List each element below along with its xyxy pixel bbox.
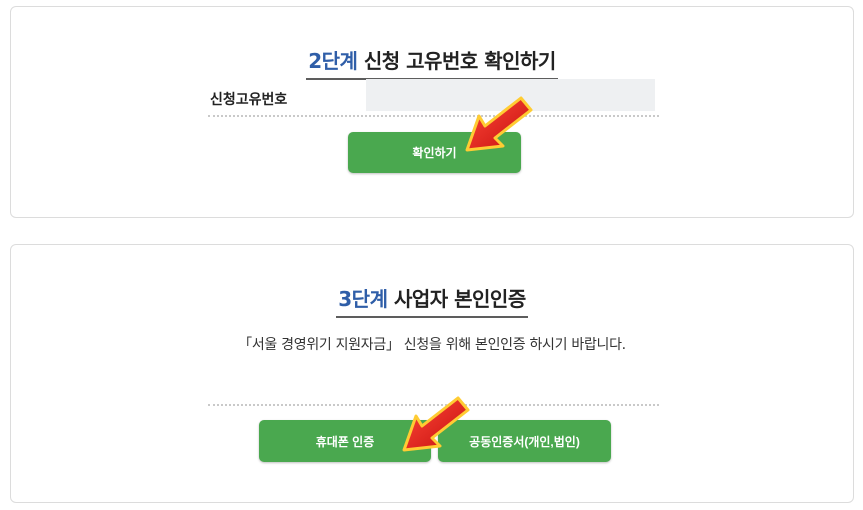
step3-step-label: 3단계	[338, 287, 388, 311]
phone-verification-button[interactable]: 휴대폰 인증	[259, 420, 431, 462]
step3-title-text: 사업자 본인인증	[393, 287, 526, 311]
step2-title-text: 신청 고유번호 확인하기	[363, 49, 556, 73]
step2-card: 2단계 신청 고유번호 확인하기 신청고유번호 확인하기	[10, 6, 854, 218]
step3-description: 「서울 경영위기 지원자금」 신청을 위해 본인인증 하시기 바랍니다.	[238, 337, 626, 353]
application-number-label: 신청고유번호	[210, 92, 288, 108]
application-number-input[interactable]	[366, 79, 655, 111]
step3-card: 3단계 사업자 본인인증 「서울 경영위기 지원자금」 신청을 위해 본인인증 …	[10, 244, 854, 503]
certificate-verification-button[interactable]: 공동인증서(개인,법인)	[438, 420, 611, 462]
step2-title: 2단계 신청 고유번호 확인하기	[11, 45, 853, 80]
step3-title: 3단계 사업자 본인인증	[11, 283, 853, 318]
confirm-button[interactable]: 확인하기	[348, 132, 521, 173]
step2-divider	[208, 115, 659, 117]
step3-divider	[208, 404, 659, 406]
step2-step-label: 2단계	[308, 49, 358, 73]
